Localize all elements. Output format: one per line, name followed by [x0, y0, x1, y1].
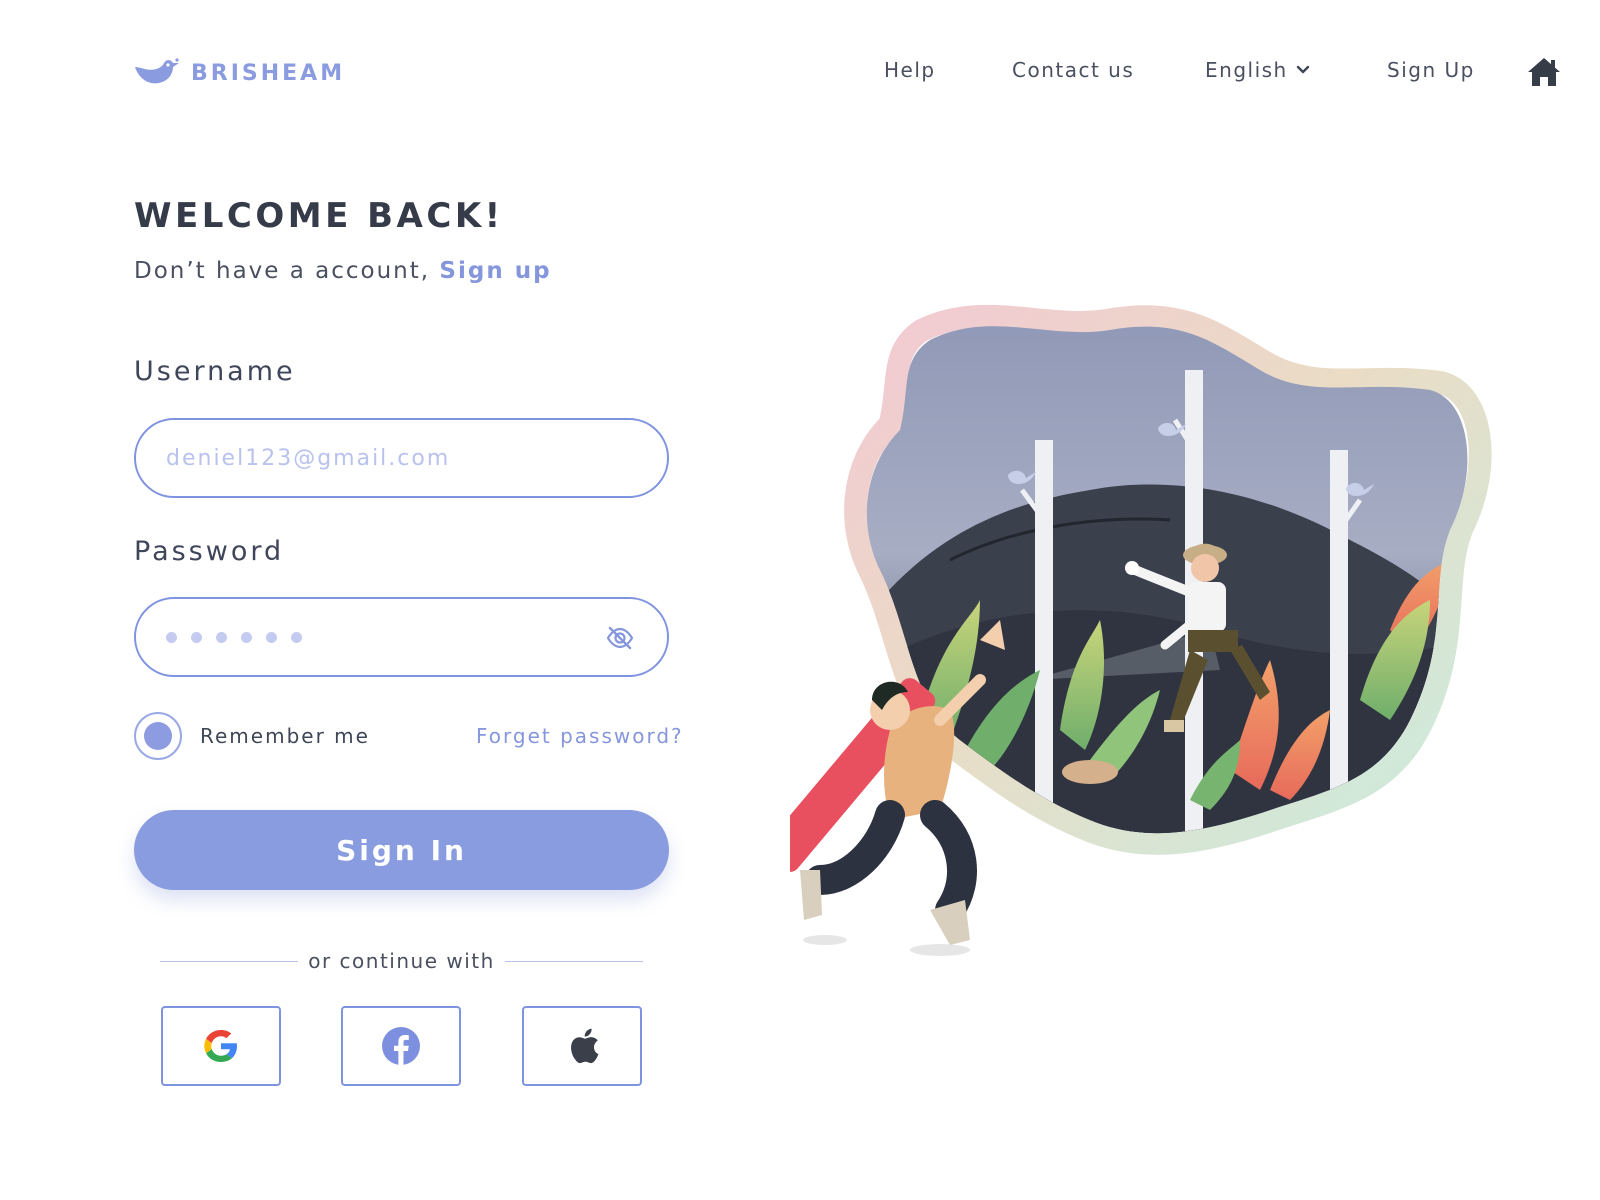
nav-help-label: Help: [884, 58, 936, 82]
chevron-down-icon: [1296, 65, 1309, 74]
signup-prompt-text: Don’t have a account,: [134, 258, 431, 284]
remember-me-label: Remember me: [200, 724, 370, 748]
divider-text: or continue with: [308, 949, 495, 973]
apple-icon: [571, 1028, 599, 1064]
top-nav: Help Contact us English Sign Up: [0, 58, 1600, 88]
signup-link[interactable]: Sign up: [439, 258, 551, 284]
password-label: Password: [134, 536, 285, 567]
remember-me-radio[interactable]: [134, 712, 182, 760]
language-select[interactable]: English: [1205, 58, 1310, 82]
language-label: English: [1205, 58, 1288, 82]
nav-contact-label: Contact us: [1012, 58, 1135, 82]
nav-signup-label: Sign Up: [1387, 58, 1475, 82]
google-icon: [204, 1030, 237, 1062]
nav-help[interactable]: Help: [884, 58, 936, 82]
remember-me-radio-fill: [144, 722, 172, 750]
facebook-login-button[interactable]: [341, 1006, 461, 1086]
password-dot: [291, 632, 302, 643]
facebook-icon: [382, 1027, 420, 1065]
home-icon[interactable]: [1526, 56, 1562, 88]
remember-me-toggle[interactable]: Remember me: [134, 712, 370, 760]
username-input[interactable]: [166, 420, 596, 496]
username-field[interactable]: [134, 418, 669, 498]
password-dot: [241, 632, 252, 643]
password-dot: [266, 632, 277, 643]
username-label: Username: [134, 356, 296, 387]
apple-login-button[interactable]: [522, 1006, 642, 1086]
password-dot: [166, 632, 177, 643]
page-title: WELCOME BACK!: [134, 196, 504, 236]
signup-prompt: Don’t have a account, Sign up: [134, 258, 552, 284]
eye-off-icon[interactable]: [605, 623, 635, 653]
forest-explorer-illustration: [790, 304, 1492, 956]
nav-sign-up[interactable]: Sign Up: [1387, 58, 1475, 82]
divider-line-right: [504, 960, 644, 962]
nav-contact-us[interactable]: Contact us: [1012, 58, 1134, 82]
forgot-password-link[interactable]: Forget password?: [476, 724, 684, 748]
social-divider: or continue with: [160, 946, 644, 976]
password-dot: [191, 632, 202, 643]
login-page: BRISHEAM Help Contact us English Sign Up…: [0, 0, 1600, 1200]
password-dot: [216, 632, 227, 643]
password-masked-value[interactable]: [166, 632, 302, 643]
password-field[interactable]: [134, 597, 669, 677]
google-login-button[interactable]: [161, 1006, 281, 1086]
sign-in-button[interactable]: Sign In: [134, 810, 669, 890]
divider-line-left: [160, 960, 299, 962]
